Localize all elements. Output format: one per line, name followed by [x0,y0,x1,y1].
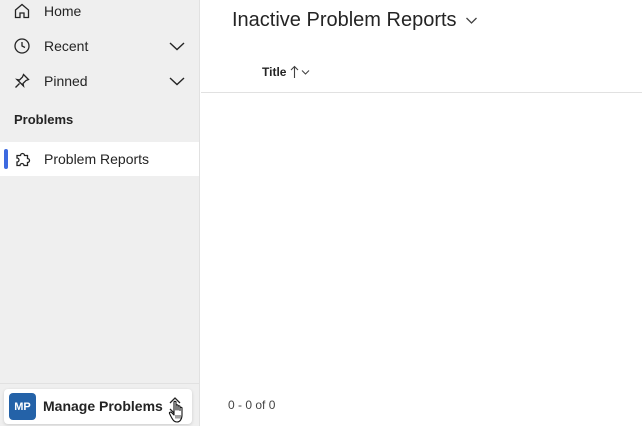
selected-indicator [4,149,8,169]
section-title: Problems [14,112,74,127]
paging-status: 0 - 0 of 0 [228,398,276,412]
puzzle-icon [16,152,31,167]
sidebar-item-problem-reports[interactable]: Problem Reports [0,142,199,176]
sidebar-item-home[interactable]: Home [0,0,199,28]
column-header-title[interactable]: Title [262,62,310,82]
view-selector[interactable]: Inactive Problem Reports [232,9,478,32]
chevron-down-icon[interactable] [168,40,186,52]
avatar: MP [9,393,36,420]
home-icon [14,3,30,19]
grid-header-divider [201,92,642,93]
sidebar-item-label: Problem Reports [44,151,150,167]
sidebar-item-label: Pinned [44,73,88,89]
sidebar-item-label: Home [44,3,82,19]
sort-ascending-icon [291,65,299,78]
column-header-label: Title [262,65,287,79]
hand-cursor-icon [168,400,183,423]
chevron-down-icon [465,17,477,24]
sidebar-item-label: Recent [44,38,89,54]
pin-icon [15,73,30,88]
area-switcher-button[interactable]: MP Manage Problems [4,389,192,424]
sidebar-item-pinned[interactable]: Pinned [0,64,199,98]
chevron-down-icon [302,69,310,75]
sidebar-item-recent[interactable]: Recent [0,29,199,63]
sidebar: Home Recent Pinned Problems Problem Repo… [0,0,200,426]
chevron-down-icon[interactable] [168,75,186,87]
page-title: Inactive Problem Reports [232,9,457,31]
clock-icon [14,38,30,54]
area-label: Manage Problems [43,398,163,414]
main-content: Inactive Problem Reports Title 0 - 0 of … [201,0,642,426]
